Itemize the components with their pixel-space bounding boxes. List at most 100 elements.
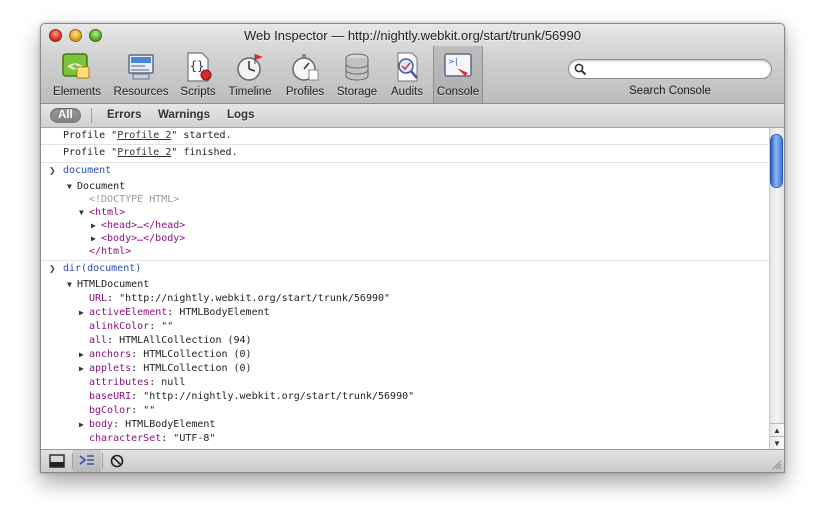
audits-tool-label: Audits — [391, 86, 423, 98]
audits-tool[interactable]: Audits — [384, 50, 430, 100]
storage-tool[interactable]: Storage — [333, 50, 381, 100]
property-key: all — [89, 335, 108, 346]
console-toggle-button[interactable] — [73, 450, 101, 472]
property-value: HTMLAllCollection (94) — [119, 335, 252, 346]
profile-link[interactable]: Profile 2 — [117, 130, 171, 141]
property-row: baseURI: "http://nightly.webkit.org/star… — [79, 390, 414, 404]
property-row[interactable]: ▶ activeElement: HTMLBodyElement — [79, 306, 270, 320]
tree-node-html[interactable]: ▼ <html> — [79, 206, 125, 220]
tree-node-label: <head>…</head> — [101, 220, 186, 231]
message-text: " started. — [171, 130, 232, 141]
property-value: "http://nightly.webkit.org/start/trunk/5… — [119, 293, 391, 304]
property-value: "http://nightly.webkit.org/start/trunk/5… — [143, 391, 415, 402]
search-console-input[interactable] — [589, 62, 768, 78]
message-separator — [41, 260, 769, 261]
profile-link[interactable]: Profile 2 — [117, 147, 171, 158]
scroll-up-button[interactable]: ▲ — [770, 423, 784, 436]
inspector-window: Web Inspector — http://nightly.webkit.or… — [40, 23, 785, 473]
clear-console-button[interactable] — [103, 450, 131, 472]
message-separator — [41, 162, 769, 163]
property-row: all: HTMLAllCollection (94) — [79, 334, 252, 348]
disclosure-right-icon[interactable]: ▶ — [91, 219, 101, 233]
property-key: anchors — [89, 349, 132, 360]
filter-logs[interactable]: Logs — [227, 108, 254, 123]
dock-icon — [49, 454, 65, 468]
elements-tool[interactable]: <> Elements — [47, 50, 107, 100]
disclosure-down-icon[interactable]: ▼ — [79, 206, 89, 220]
elements-tool-label: Elements — [53, 86, 101, 98]
console-filter-bar: All Errors Warnings Logs — [41, 104, 784, 128]
property-colon: : — [167, 307, 180, 318]
property-key: bgColor — [89, 405, 132, 416]
disclosure-right-icon[interactable]: ▶ — [79, 348, 89, 362]
property-row[interactable]: ▶ applets: HTMLCollection (0) — [79, 362, 252, 376]
property-colon: : — [107, 293, 120, 304]
disclosure-right-icon[interactable]: ▶ — [79, 306, 89, 320]
object-root-label: HTMLDocument — [77, 279, 150, 290]
disclosure-down-icon[interactable]: ▼ — [67, 278, 77, 292]
property-row[interactable]: ▶ anchors: HTMLCollection (0) — [79, 348, 252, 362]
search-console-field[interactable] — [568, 59, 772, 79]
tree-node-label: <body>…</body> — [101, 233, 186, 244]
property-row: attributes: null — [79, 376, 185, 390]
scroll-down-button[interactable]: ▼ — [770, 436, 784, 449]
storage-icon — [345, 53, 369, 81]
title-toolbar: Web Inspector — http://nightly.webkit.or… — [41, 24, 784, 104]
property-colon: : — [113, 419, 126, 430]
property-value: "" — [161, 321, 174, 332]
message-separator — [41, 144, 769, 145]
property-colon: : — [131, 405, 144, 416]
disclosure-right-icon[interactable]: ▶ — [91, 232, 101, 246]
profiles-tool[interactable]: Profiles — [280, 50, 330, 100]
tree-node-label: <html> — [89, 207, 126, 218]
prompt-chevron-icon: ❯ — [49, 164, 56, 177]
scroll-thumb[interactable] — [771, 135, 782, 187]
timeline-icon — [237, 54, 263, 81]
resources-icon — [128, 54, 154, 80]
message-text: Profile " — [63, 130, 118, 141]
svg-text:{}: {} — [190, 59, 204, 73]
console-tool[interactable]: >| Console — [433, 46, 483, 103]
property-key: applets — [89, 363, 132, 374]
filter-warnings[interactable]: Warnings — [158, 108, 210, 123]
search-console-label: Search Console — [629, 85, 711, 97]
console-command: dir(document) — [63, 263, 142, 274]
search-icon — [574, 63, 587, 76]
elements-icon: <> — [62, 53, 90, 79]
tree-node-label: Document — [77, 181, 126, 192]
tree-node-head[interactable]: ▶ <head>…</head> — [91, 219, 185, 233]
tree-node-document[interactable]: ▼ Document — [67, 180, 125, 194]
console-command: document — [63, 165, 112, 176]
property-value: HTMLCollection (0) — [143, 363, 252, 374]
svg-text:>|: >| — [449, 57, 459, 66]
filter-all[interactable]: All — [50, 108, 81, 123]
dock-button[interactable] — [43, 450, 71, 472]
property-row: characterSet: "UTF-8" — [79, 432, 215, 446]
object-root[interactable]: ▼ HTMLDocument — [67, 278, 149, 292]
console-scrollbar[interactable]: ▲ ▼ — [769, 128, 784, 449]
disclosure-right-icon[interactable]: ▶ — [79, 418, 89, 432]
timeline-tool-label: Timeline — [228, 86, 272, 98]
timeline-tool[interactable]: Timeline — [223, 50, 277, 100]
property-key: URL — [89, 293, 108, 304]
property-key: baseURI — [89, 391, 132, 402]
console-prompt-icon — [79, 455, 94, 465]
disclosure-right-icon[interactable]: ▶ — [79, 362, 89, 376]
property-colon: : — [161, 433, 174, 444]
scripts-icon: {} — [187, 52, 212, 82]
disclosure-down-icon[interactable]: ▼ — [67, 180, 77, 194]
property-key: activeElement — [89, 307, 168, 318]
scripts-tool[interactable]: {} Scripts — [175, 50, 221, 100]
filter-errors[interactable]: Errors — [107, 108, 142, 123]
resize-grip-icon[interactable] — [772, 460, 782, 470]
property-key: body — [89, 419, 114, 430]
resources-tool[interactable]: Resources — [109, 50, 173, 100]
property-row[interactable]: ▶ body: HTMLBodyElement — [79, 418, 215, 432]
console-messages[interactable]: Profile "Profile 2" started. Profile "Pr… — [41, 128, 769, 449]
tree-node-body[interactable]: ▶ <body>…</body> — [91, 232, 185, 246]
